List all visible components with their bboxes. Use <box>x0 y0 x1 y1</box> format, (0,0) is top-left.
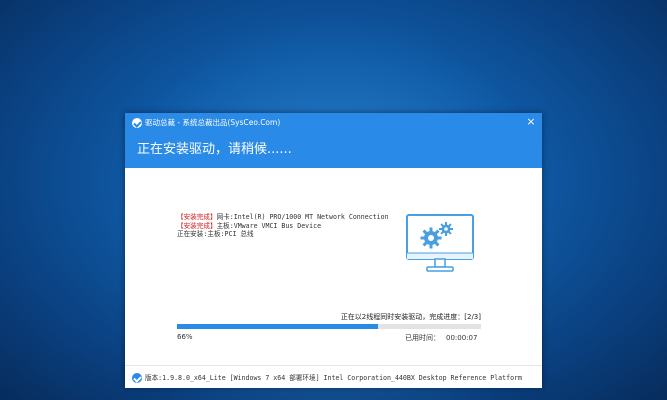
elapsed-value: 00:00:07 <box>446 334 478 342</box>
progress-percent: 66% <box>177 333 193 341</box>
window-title: 驱动总裁 - 系统总裁出品(SysCeo.Com) <box>145 118 281 127</box>
log-text: 网卡:Intel(R) PRO/1000 MT Network Connecti… <box>216 213 389 221</box>
version-text: 版本:1.9.8.0_x64_Lite [Windows 7 x64 部署环境]… <box>145 374 522 382</box>
progress-caption: 正在以2线程同时安装驱动，完成进度：[2/3] <box>177 312 481 322</box>
status-heading: 正在安装驱动，请稍候...... <box>137 142 292 157</box>
progress-bar <box>177 324 481 329</box>
installer-window: 驱动总裁 - 系统总裁出品(SysCeo.Com) × 正在安装驱动，请稍候..… <box>125 113 542 388</box>
log-tag: 正在安装: <box>177 230 208 238</box>
log-tag: 【安装完成】 <box>177 221 217 230</box>
progress-caption-text: 正在以2线程同时安装驱动，完成进度：[2/3] <box>340 313 481 321</box>
log-text: 主板:PCI 总线 <box>207 230 254 238</box>
app-logo-icon <box>132 118 142 128</box>
log-line: 【安装完成】主板:VMware VMCI Bus Device <box>177 222 389 231</box>
log-line: 正在安装:主板:PCI 总线 <box>177 230 389 239</box>
log-line: 【安装完成】网卡:Intel(R) PRO/1000 MT Network Co… <box>177 213 389 222</box>
title-bar[interactable]: 驱动总裁 - 系统总裁出品(SysCeo.Com) × 正在安装驱动，请稍候..… <box>125 113 542 168</box>
elapsed-label: 已用时间： <box>405 334 440 342</box>
monitor-gears-icon <box>406 214 474 272</box>
close-button[interactable]: × <box>524 115 538 129</box>
install-log: 【安装完成】网卡:Intel(R) PRO/1000 MT Network Co… <box>177 213 389 239</box>
progress-fill <box>177 324 378 329</box>
status-footer: 版本:1.9.8.0_x64_Lite [Windows 7 x64 部署环境]… <box>125 365 542 388</box>
elapsed-time: 已用时间： 00:00:07 <box>405 333 477 343</box>
version-info-icon <box>132 373 142 383</box>
log-text: 主板:VMware VMCI Bus Device <box>216 221 322 230</box>
log-tag: 【安装完成】 <box>177 213 217 221</box>
